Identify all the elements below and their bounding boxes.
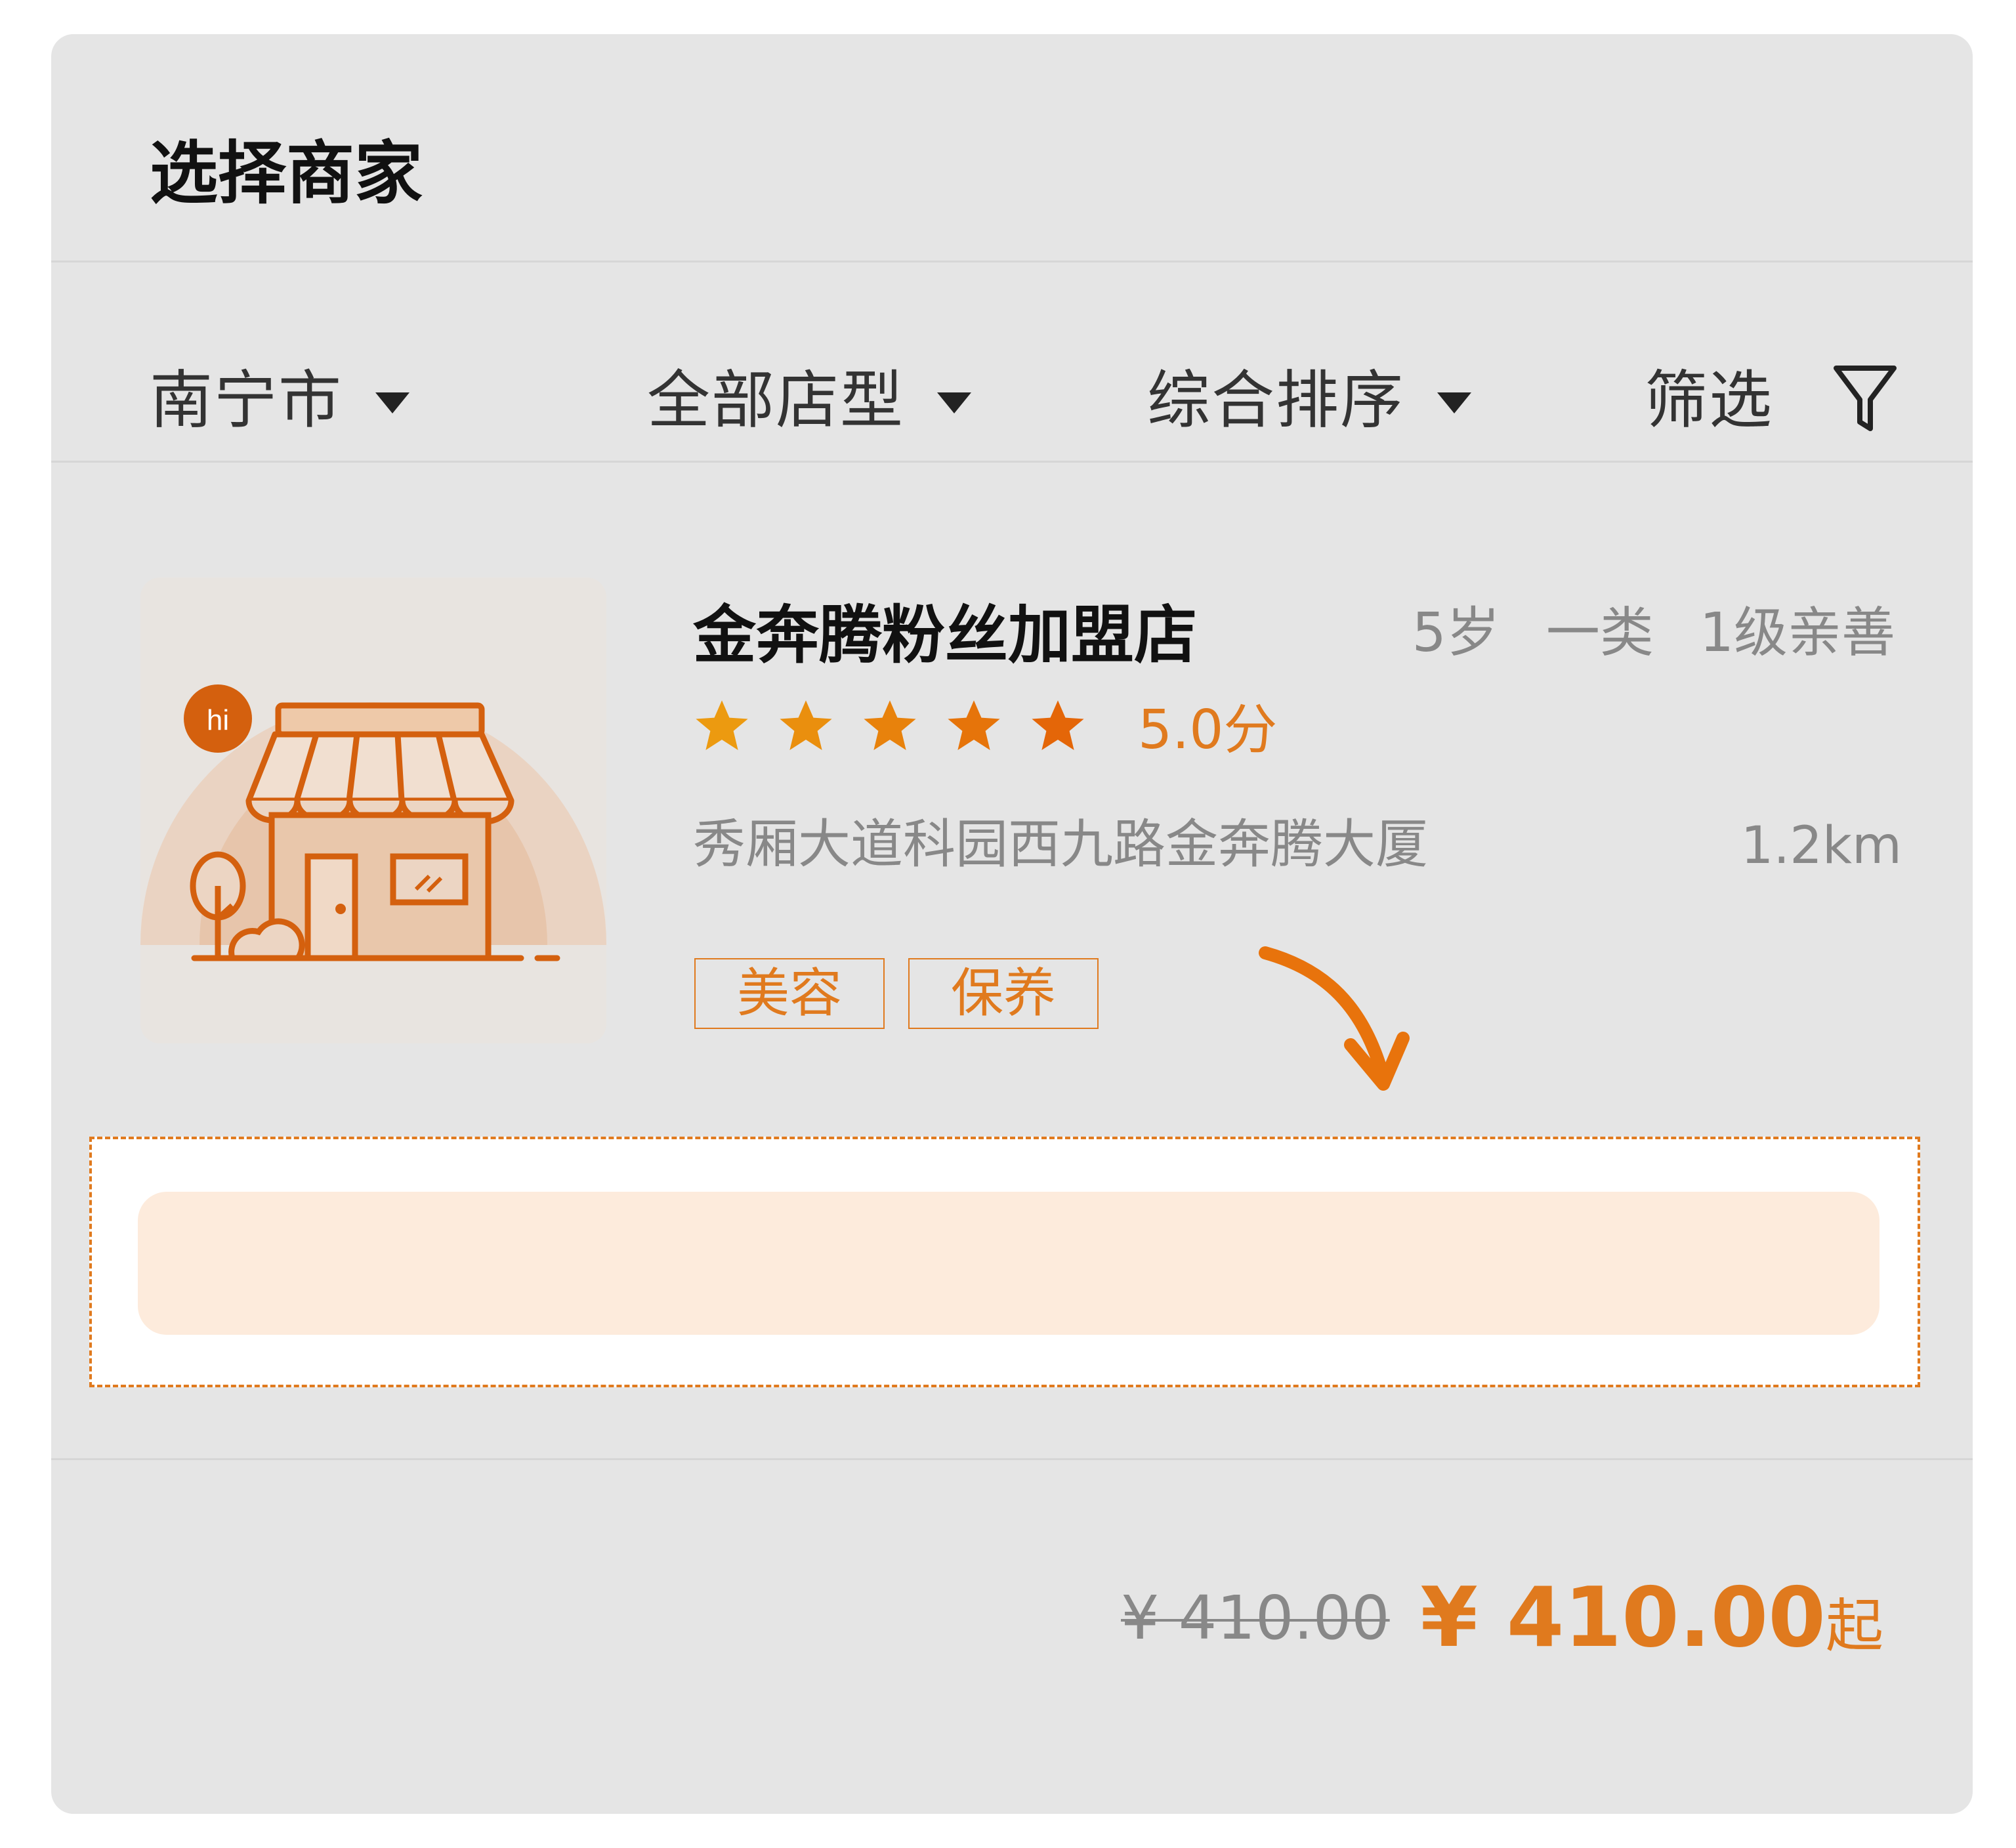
star-icon <box>948 700 1000 750</box>
current-price: ¥ 410.00 起 <box>1420 1576 1883 1659</box>
shop-level: 1级亲善 <box>1699 602 1895 664</box>
shop-address: 秀厢大道科园西九路金奔腾大厦 <box>693 814 1428 875</box>
original-price: ¥ 410.00 <box>1121 1583 1390 1653</box>
price-suffix: 起 <box>1825 1592 1883 1660</box>
funnel-icon <box>1832 363 1898 438</box>
rating-stars <box>693 697 1087 755</box>
page-title: 选择商家 <box>150 133 423 213</box>
star-icon <box>1032 700 1084 750</box>
hi-badge-text: hi <box>207 704 229 736</box>
store-type-filter-label: 全部店型 <box>647 364 904 437</box>
category-tag: 保养 <box>908 958 1099 1029</box>
filter-bar: 南宁市 全部店型 综合排序 筛选 <box>51 261 1973 463</box>
sort-filter-label: 综合排序 <box>1147 364 1404 437</box>
merchant-select-card: 选择商家 南宁市 全部店型 综合排序 筛选 hi 金奔腾粉丝加盟店 5岁 一类 … <box>51 34 1973 1814</box>
shop-name[interactable]: 金奔腾粉丝加盟店 <box>693 604 1197 667</box>
curved-arrow-icon <box>1259 946 1410 1091</box>
rating-score: 5.0分 <box>1138 699 1278 761</box>
promo-placeholder-frame <box>89 1137 1920 1387</box>
shop-meta-tags: 5岁 一类 1级亲善 <box>1412 606 1895 660</box>
chevron-down-icon <box>375 392 410 413</box>
city-filter-dropdown[interactable]: 南宁市 <box>150 364 410 436</box>
filter-divider <box>51 461 1973 463</box>
star-icon <box>696 700 748 750</box>
chevron-down-icon <box>937 392 971 413</box>
service-category-tags: 美容 保养 <box>694 958 1099 1029</box>
star-icon <box>780 700 832 750</box>
storefront-icon: hi <box>140 684 606 1043</box>
footer-divider <box>51 1458 1973 1460</box>
store-type-filter-dropdown[interactable]: 全部店型 <box>647 364 971 436</box>
city-filter-label: 南宁市 <box>150 364 343 437</box>
promo-bar[interactable] <box>138 1192 1880 1335</box>
star-icon <box>864 700 916 750</box>
filter-button-label: 筛选 <box>1645 364 1773 437</box>
category-tag: 美容 <box>694 958 885 1029</box>
filter-button[interactable]: 筛选 <box>1645 364 1898 436</box>
sort-filter-dropdown[interactable]: 综合排序 <box>1147 364 1471 436</box>
shop-class: 一类 <box>1545 602 1654 664</box>
shop-distance: 1.2km <box>1740 816 1902 875</box>
shop-thumbnail[interactable]: hi <box>140 578 606 1043</box>
shop-age: 5岁 <box>1412 602 1500 664</box>
current-price-value: ¥ 410.00 <box>1420 1569 1826 1666</box>
chevron-down-icon <box>1437 392 1471 413</box>
